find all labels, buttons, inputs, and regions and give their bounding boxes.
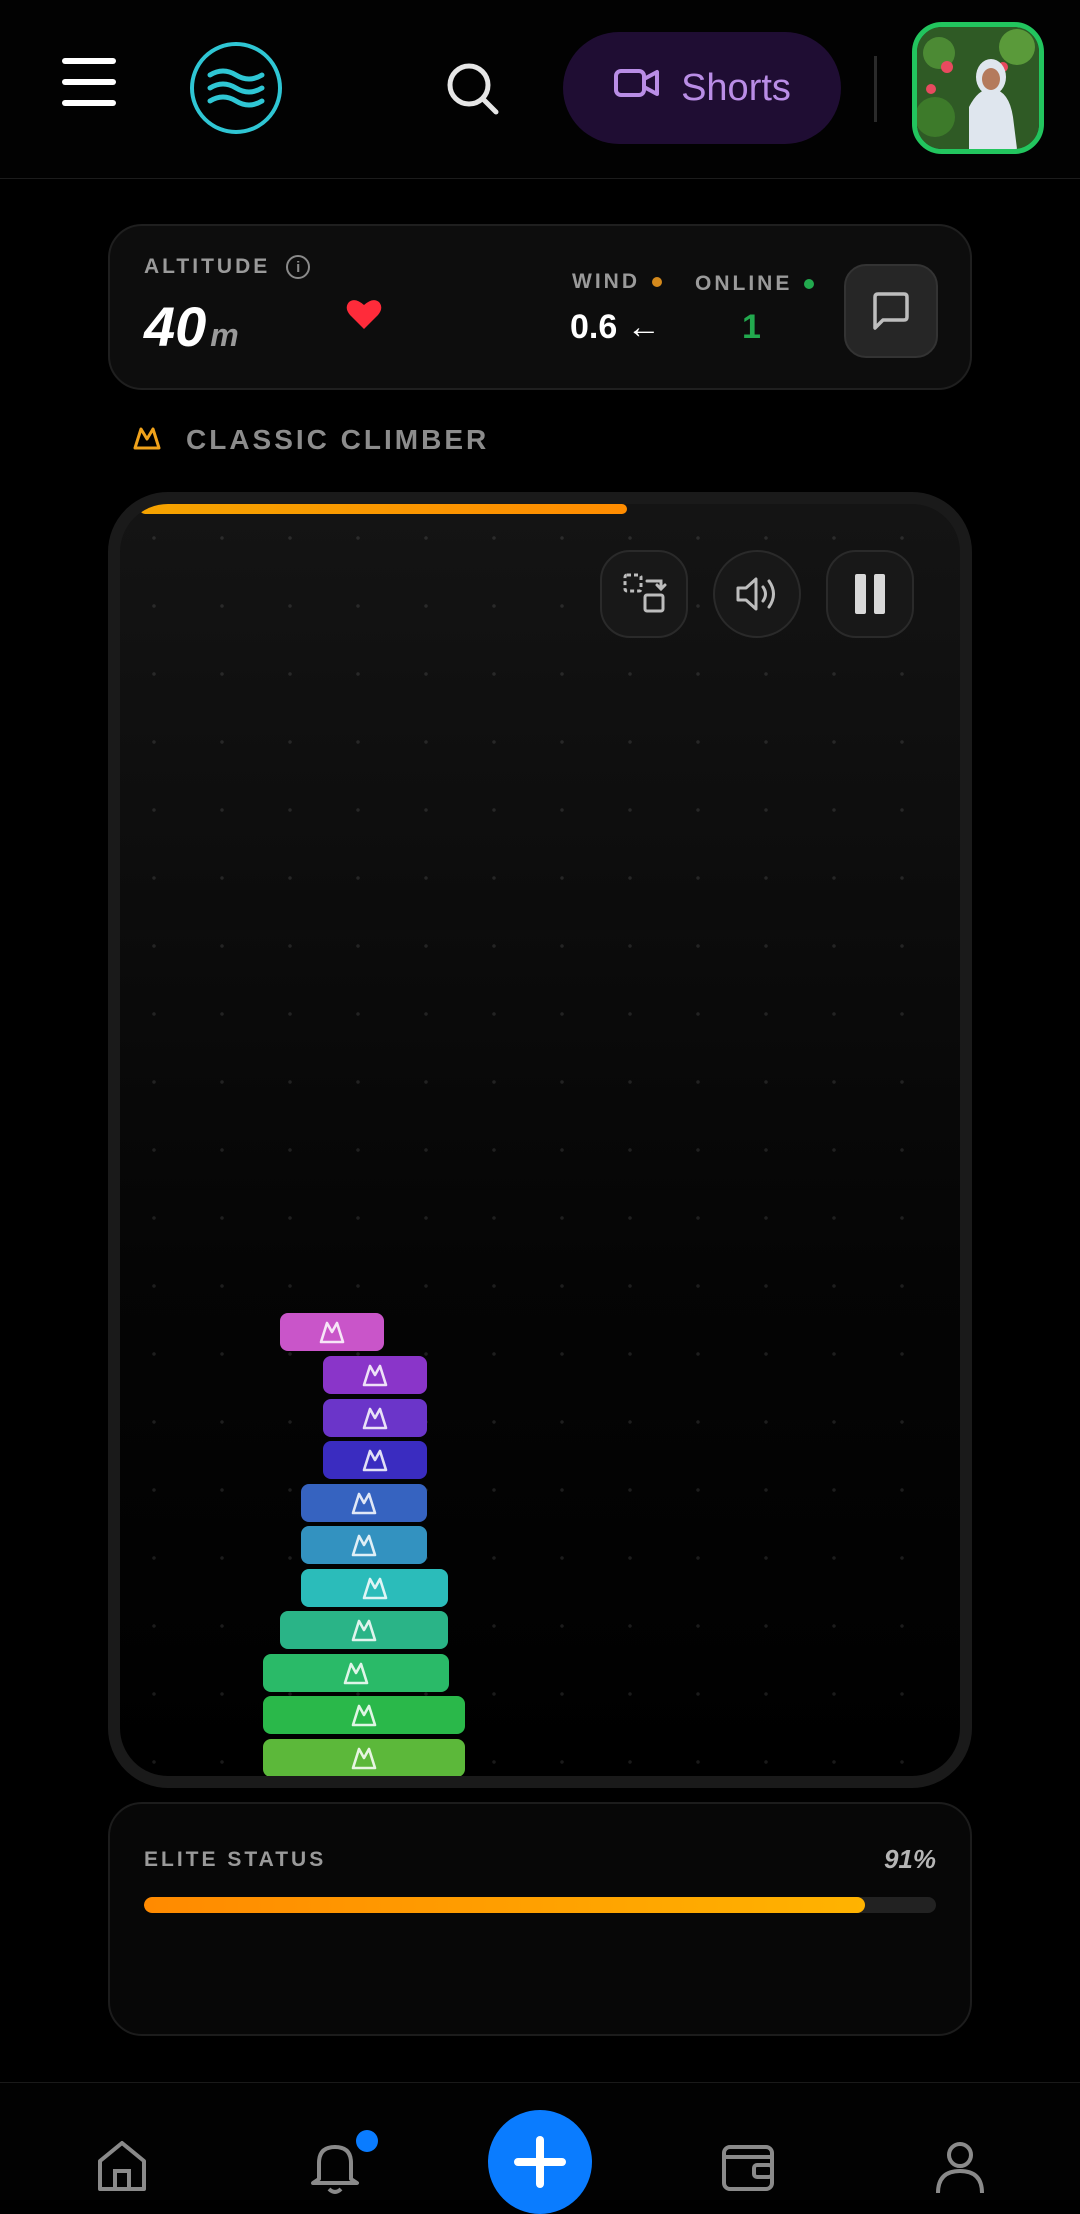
online-value: 1 [742, 308, 761, 346]
stacked-block [323, 1441, 427, 1479]
game-mode-label: CLASSIC CLIMBER [186, 424, 490, 455]
elite-progress-track [144, 1897, 936, 1913]
elite-status-card: ELITE STATUS 91% [108, 1802, 972, 2036]
home-icon[interactable] [92, 2135, 152, 2195]
level-progress-bar [140, 504, 628, 514]
stacked-block [263, 1738, 465, 1776]
shorts-button[interactable]: Shorts [563, 32, 841, 144]
game-board[interactable] [108, 492, 972, 1788]
falling-block [280, 1313, 384, 1351]
stacked-block [280, 1611, 448, 1649]
wind-status-dot [652, 277, 662, 287]
wind-label: WIND [572, 270, 640, 293]
chat-icon [873, 292, 909, 330]
elite-progress-fill [144, 1897, 865, 1913]
altitude-value: 40 m [144, 294, 239, 359]
elite-status-percent: 91% [883, 1844, 936, 1874]
elite-status-label: ELITE STATUS [144, 1848, 327, 1871]
online-label: ONLINE [695, 272, 793, 295]
altitude-label-row: ALTITUDE i [144, 255, 311, 279]
altitude-number: 40 [144, 295, 207, 358]
profile-avatar[interactable] [912, 22, 1044, 154]
pause-button[interactable] [826, 550, 914, 638]
notification-badge [356, 2130, 378, 2152]
swap-icon [623, 573, 667, 613]
altitude-unit: m [210, 317, 239, 353]
volume-button[interactable] [713, 550, 801, 638]
video-camera-icon [613, 65, 661, 111]
mountain-icon [132, 425, 162, 456]
online-status-dot [804, 279, 815, 289]
top-bar: Shorts [0, 0, 1080, 179]
info-icon[interactable]: i [286, 255, 311, 279]
wallet-icon[interactable] [718, 2135, 778, 2195]
chat-button[interactable] [844, 264, 938, 358]
stats-card: ALTITUDE i 40 m WIND 0.6 ← ONLINE 1 [108, 224, 972, 390]
volume-icon [736, 577, 775, 611]
wind-label-row: WIND [572, 270, 662, 294]
stacked-block [323, 1356, 427, 1394]
stacked-block [301, 1483, 427, 1522]
brand-wave-icon[interactable] [190, 42, 282, 134]
stacked-block [301, 1568, 448, 1607]
menu-icon[interactable] [62, 58, 118, 108]
divider [874, 56, 877, 122]
online-label-row: ONLINE [695, 272, 815, 296]
game-mode-row: CLASSIC CLIMBER [132, 424, 489, 456]
stacked-block [301, 1526, 427, 1564]
heart-icon[interactable] [344, 294, 384, 334]
wind-value: 0.6 ← [570, 308, 661, 346]
stacked-block [263, 1696, 465, 1734]
altitude-label: ALTITUDE [144, 255, 271, 278]
add-button[interactable] [488, 2110, 592, 2214]
stacked-block [263, 1653, 449, 1692]
shorts-label: Shorts [681, 66, 791, 109]
profile-icon[interactable] [930, 2135, 990, 2195]
pause-icon [855, 574, 885, 614]
add-icon [514, 2136, 566, 2188]
stacked-block [323, 1398, 427, 1437]
search-icon[interactable] [443, 59, 503, 119]
swap-button[interactable] [600, 550, 688, 638]
